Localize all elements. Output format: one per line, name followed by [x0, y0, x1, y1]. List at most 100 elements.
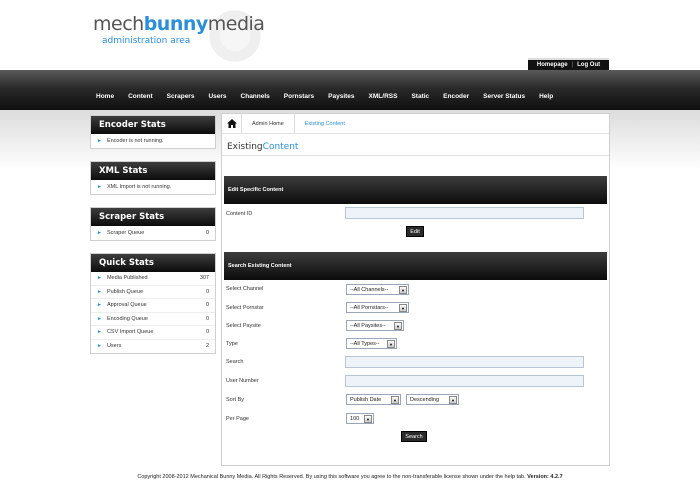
xml-status-text: XML Import is not running.: [106, 183, 172, 190]
search-label: Search: [226, 359, 244, 365]
arrow-icon: ►: [97, 329, 102, 336]
stat-label: Users: [106, 343, 122, 350]
sort-field-select[interactable]: Publish Date ▼: [346, 394, 401, 405]
encoder-stats-box: Encoder Stats ► Encoder is not running.: [90, 115, 216, 149]
arrow-icon: ►: [97, 302, 102, 309]
nav-users[interactable]: Users: [208, 93, 226, 100]
quick-stats-box: Quick Stats ► Media Published 307 ► Publ…: [90, 253, 216, 354]
content-id-label: Content ID: [226, 211, 253, 217]
nav-static[interactable]: Static: [411, 93, 429, 100]
xml-status-row: ► XML Import is not running.: [91, 180, 215, 194]
arrow-icon: ►: [97, 288, 102, 295]
scraper-stats-box: Scraper Stats ► Scraper Queue 0: [90, 207, 216, 241]
stat-value: 0: [205, 315, 209, 322]
paysite-select[interactable]: --All Paysites-- ▼: [346, 320, 404, 331]
arrow-icon: ►: [97, 137, 102, 144]
nav-channels[interactable]: Channels: [241, 93, 270, 100]
sort-field-value: Publish Date: [350, 396, 382, 403]
stat-value: 0: [205, 288, 209, 295]
nav-help[interactable]: Help: [539, 93, 553, 100]
search-button[interactable]: Search: [401, 431, 427, 442]
header: mechbunnymedia administration area Homep…: [0, 0, 700, 70]
scraper-stats-title: Scraper Stats: [91, 208, 215, 226]
dropdown-arrow-icon: ▼: [399, 304, 407, 312]
pornstar-label: Select Pornstar: [226, 305, 264, 311]
channel-select[interactable]: --All Channels-- ▼: [346, 284, 409, 295]
arrow-icon: ►: [97, 275, 102, 282]
arrow-icon: ►: [97, 229, 102, 236]
footer-version: Version: 4.2.7: [527, 474, 563, 480]
scraper-queue-value: 0: [205, 229, 209, 236]
stat-value: 2: [205, 343, 209, 350]
nav-server-status[interactable]: Server Status: [483, 93, 525, 100]
nav-home[interactable]: Home: [96, 93, 114, 100]
stat-label: Media Published: [106, 275, 148, 282]
stat-label: CSV Import Queue: [106, 329, 154, 336]
logo-subtitle: administration area: [102, 36, 191, 46]
paysite-select-value: --All Paysites--: [350, 322, 386, 329]
encoder-status-text: Encoder is not running.: [106, 137, 164, 144]
arrow-icon: ►: [97, 343, 102, 350]
type-select[interactable]: --All Types-- ▼: [346, 338, 397, 349]
arrow-icon: ►: [97, 183, 102, 190]
top-links-separator: |: [571, 62, 574, 68]
dropdown-arrow-icon: ▼: [387, 340, 395, 348]
nav-scrapers[interactable]: Scrapers: [167, 93, 195, 100]
breadcrumb: Admin Home Existing Content: [222, 114, 609, 134]
nav-content[interactable]: Content: [128, 93, 153, 100]
footer-text: Copyright 2008-2012 Mechanical Bunny Med…: [137, 474, 526, 480]
main-navbar: Home Content Scrapers Users Channels Por…: [0, 70, 700, 110]
breadcrumb-existing-content: Existing Content: [304, 120, 345, 127]
homepage-link[interactable]: Homepage: [537, 62, 568, 68]
type-select-value: --All Types--: [350, 340, 380, 347]
arrow-icon: ►: [97, 315, 102, 322]
page-title: ExistingContent: [227, 142, 299, 152]
list-item: ► CSV Import Queue 0: [91, 326, 215, 340]
dropdown-arrow-icon: ▼: [449, 396, 457, 404]
encoder-status-row: ► Encoder is not running.: [91, 134, 215, 148]
stat-label: Encoding Queue: [106, 315, 148, 322]
logo[interactable]: mechbunnymedia administration area: [93, 13, 265, 46]
scraper-queue-row: ► Scraper Queue 0: [91, 226, 215, 240]
nav-pornstars[interactable]: Pornstars: [284, 93, 314, 100]
search-input[interactable]: [345, 356, 584, 368]
dropdown-arrow-icon: ▼: [399, 286, 407, 294]
user-number-input[interactable]: [345, 375, 584, 387]
sort-order-value: Descending: [410, 396, 440, 403]
breadcrumb-admin-home[interactable]: Admin Home: [242, 114, 295, 133]
nav-encoder[interactable]: Encoder: [443, 93, 469, 100]
list-item: ► Media Published 307: [91, 272, 215, 286]
edit-section-header: Edit Specific Content: [224, 176, 607, 204]
pornstar-select-value: --All Pornstars--: [350, 304, 389, 311]
quick-stats-title: Quick Stats: [91, 254, 215, 272]
stat-value: 0: [205, 329, 209, 336]
main-panel: Admin Home Existing Content ExistingCont…: [221, 113, 610, 466]
dropdown-arrow-icon: ▼: [391, 396, 399, 404]
logo-text: mechbunnymedia: [93, 13, 265, 35]
edit-button[interactable]: Edit: [406, 226, 424, 237]
encoder-stats-title: Encoder Stats: [91, 116, 215, 134]
list-item: ► Users 2: [91, 340, 215, 354]
stat-label: Publish Queue: [106, 288, 144, 295]
title-divider: [222, 155, 609, 156]
sort-by-label: Sort By: [226, 397, 245, 403]
search-section-header: Search Existing Content: [224, 252, 607, 280]
per-page-value: 100: [350, 415, 360, 422]
home-icon[interactable]: [222, 114, 242, 133]
nav-paysites[interactable]: Paysites: [328, 93, 354, 100]
pornstar-select[interactable]: --All Pornstars-- ▼: [346, 302, 409, 313]
logout-link[interactable]: Log Out: [577, 62, 600, 68]
content-id-input[interactable]: [345, 207, 584, 219]
footer: Copyright 2008-2012 Mechanical Bunny Med…: [0, 474, 700, 480]
sort-order-select[interactable]: Descending ▼: [406, 394, 459, 405]
list-item: ► Encoding Queue 0: [91, 313, 215, 326]
list-item: ► Approval Queue 0: [91, 299, 215, 313]
stat-value: 0: [205, 302, 209, 309]
channel-label: Select Channel: [226, 286, 264, 292]
per-page-select[interactable]: 100 ▼: [346, 413, 374, 424]
xml-stats-box: XML Stats ► XML Import is not running.: [90, 161, 216, 195]
nav-xml-rss[interactable]: XML/RSS: [369, 93, 398, 100]
dropdown-arrow-icon: ▼: [364, 415, 372, 423]
list-item: ► Publish Queue 0: [91, 286, 215, 299]
channel-select-value: --All Channels--: [350, 286, 389, 293]
